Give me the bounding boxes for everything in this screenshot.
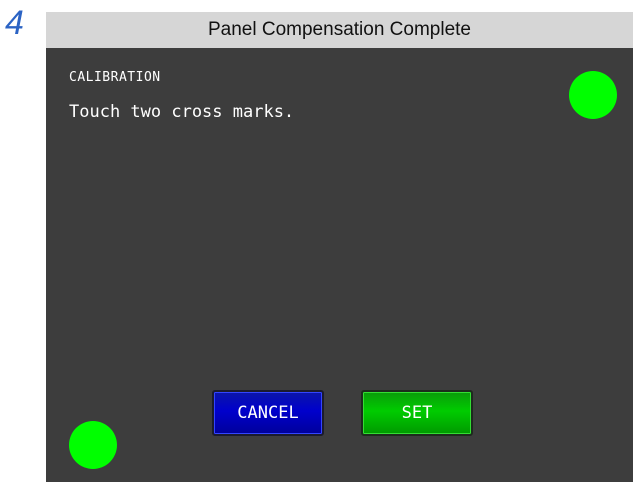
set-button[interactable]: SET <box>361 390 473 436</box>
set-button-label: SET <box>401 403 433 423</box>
calibration-screenshot: 4 Panel Compensation Complete CALIBRATIO… <box>0 0 633 482</box>
touch-target-bottom-left[interactable] <box>69 421 117 469</box>
cancel-button[interactable]: CANCEL <box>212 390 324 436</box>
instruction-text: Touch two cross marks. <box>69 102 295 122</box>
calibration-panel: CALIBRATION Touch two cross marks. CANCE… <box>46 48 633 482</box>
step-number: 4 <box>5 4 24 42</box>
page-title: Panel Compensation Complete <box>46 12 633 48</box>
screen-heading: CALIBRATION <box>69 70 161 85</box>
page-title-text: Panel Compensation Complete <box>208 19 471 40</box>
touch-target-top-right[interactable] <box>569 71 617 119</box>
cancel-button-label: CANCEL <box>237 403 299 423</box>
